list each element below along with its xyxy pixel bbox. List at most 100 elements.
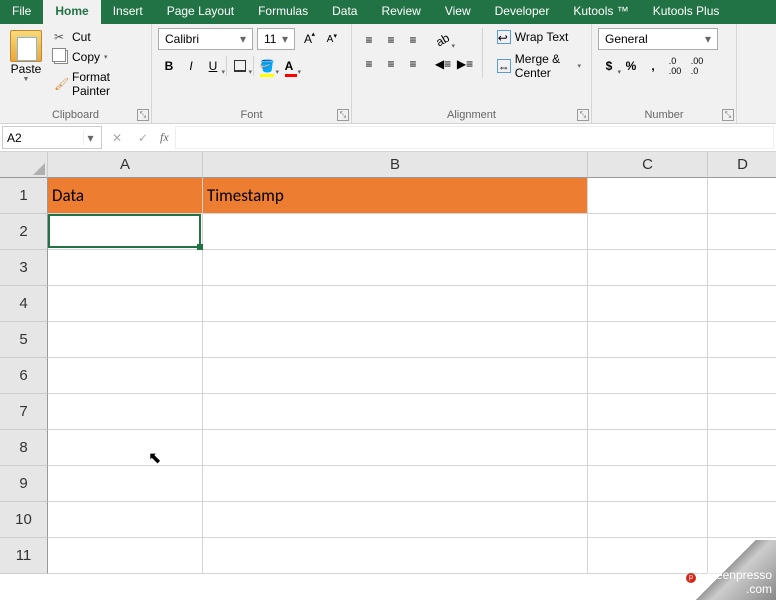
cell-D7[interactable] bbox=[708, 394, 776, 430]
cell-B10[interactable] bbox=[203, 502, 588, 538]
tab-formulas[interactable]: Formulas bbox=[246, 0, 320, 24]
cell-C5[interactable] bbox=[588, 322, 708, 358]
align-center-button[interactable]: ≡ bbox=[380, 52, 402, 76]
tab-home[interactable]: Home bbox=[43, 0, 100, 24]
row-header-3[interactable]: 3 bbox=[0, 250, 48, 286]
tab-view[interactable]: View bbox=[433, 0, 483, 24]
cancel-formula-button[interactable]: ✕ bbox=[108, 131, 126, 145]
chevron-down-icon[interactable]: ▾ bbox=[236, 32, 250, 46]
cell-D3[interactable] bbox=[708, 250, 776, 286]
row-header-6[interactable]: 6 bbox=[0, 358, 48, 394]
cell-D8[interactable] bbox=[708, 430, 776, 466]
cell-A10[interactable] bbox=[48, 502, 203, 538]
font-dialog-launcher[interactable]: ⤡ bbox=[337, 109, 349, 121]
cell-B11[interactable] bbox=[203, 538, 588, 574]
tab-insert[interactable]: Insert bbox=[101, 0, 155, 24]
format-painter-button[interactable]: 🖌 Format Painter bbox=[52, 68, 145, 100]
tab-pagelayout[interactable]: Page Layout bbox=[155, 0, 246, 24]
chevron-down-icon[interactable]: ▾ bbox=[701, 32, 715, 46]
cell-B9[interactable] bbox=[203, 466, 588, 502]
cell-C9[interactable] bbox=[588, 466, 708, 502]
align-middle-button[interactable]: ≡ bbox=[380, 28, 402, 52]
accounting-format-button[interactable]: $▾ bbox=[598, 54, 620, 78]
font-color-button[interactable]: A▾ bbox=[278, 54, 300, 78]
number-format-combo[interactable]: General ▾ bbox=[598, 28, 718, 50]
cut-button[interactable]: ✂ Cut bbox=[52, 28, 145, 46]
cell-B4[interactable] bbox=[203, 286, 588, 322]
cell-B3[interactable] bbox=[203, 250, 588, 286]
cell-D5[interactable] bbox=[708, 322, 776, 358]
align-bottom-button[interactable]: ≡ bbox=[402, 28, 424, 52]
cell-B7[interactable] bbox=[203, 394, 588, 430]
cell-D1[interactable] bbox=[708, 178, 776, 214]
name-box[interactable]: A2 ▾ bbox=[2, 126, 102, 149]
decrease-font-button[interactable]: A▾ bbox=[321, 29, 339, 49]
clipboard-dialog-launcher[interactable]: ⤡ bbox=[137, 109, 149, 121]
cell-C6[interactable] bbox=[588, 358, 708, 394]
column-header-C[interactable]: C bbox=[588, 152, 708, 178]
tab-kutoolsplus[interactable]: Kutools Plus bbox=[641, 0, 732, 24]
cell-D10[interactable] bbox=[708, 502, 776, 538]
align-top-button[interactable]: ≡ bbox=[358, 28, 380, 52]
decrease-indent-button[interactable]: ◀≡ bbox=[432, 52, 454, 76]
cell-C1[interactable] bbox=[588, 178, 708, 214]
chevron-down-icon[interactable]: ▾ bbox=[83, 131, 97, 145]
merge-center-button[interactable]: ⇔ Merge & Center ▾ bbox=[493, 50, 585, 82]
number-dialog-launcher[interactable]: ⤡ bbox=[722, 109, 734, 121]
cell-D4[interactable] bbox=[708, 286, 776, 322]
cell-A9[interactable] bbox=[48, 466, 203, 502]
underline-button[interactable]: U▾ bbox=[202, 54, 224, 78]
row-header-10[interactable]: 10 bbox=[0, 502, 48, 538]
border-button[interactable]: ▾ bbox=[229, 54, 251, 78]
decrease-decimal-button[interactable]: .00.0 bbox=[686, 54, 708, 78]
increase-decimal-button[interactable]: .0.00 bbox=[664, 54, 686, 78]
orientation-button[interactable]: ab▾ bbox=[432, 28, 454, 52]
cell-D9[interactable] bbox=[708, 466, 776, 502]
cell-C3[interactable] bbox=[588, 250, 708, 286]
font-size-combo[interactable]: 11 ▾ bbox=[257, 28, 295, 50]
cell-C2[interactable] bbox=[588, 214, 708, 250]
cell-B8[interactable] bbox=[203, 430, 588, 466]
column-header-A[interactable]: A bbox=[48, 152, 203, 178]
cell-C7[interactable] bbox=[588, 394, 708, 430]
cell-A1[interactable]: Data bbox=[48, 178, 203, 214]
bold-button[interactable]: B bbox=[158, 54, 180, 78]
cell-A4[interactable] bbox=[48, 286, 203, 322]
row-header-5[interactable]: 5 bbox=[0, 322, 48, 358]
cell-B5[interactable] bbox=[203, 322, 588, 358]
row-header-9[interactable]: 9 bbox=[0, 466, 48, 502]
tab-kutools[interactable]: Kutools ™ bbox=[561, 0, 640, 24]
column-header-B[interactable]: B bbox=[203, 152, 588, 178]
enter-formula-button[interactable]: ✓ bbox=[134, 131, 152, 145]
percent-format-button[interactable]: % bbox=[620, 54, 642, 78]
chevron-down-icon[interactable]: ▾ bbox=[278, 32, 292, 46]
tab-review[interactable]: Review bbox=[369, 0, 432, 24]
row-header-11[interactable]: 11 bbox=[0, 538, 48, 574]
alignment-dialog-launcher[interactable]: ⤡ bbox=[577, 109, 589, 121]
cell-A7[interactable] bbox=[48, 394, 203, 430]
cell-A8[interactable] bbox=[48, 430, 203, 466]
row-header-2[interactable]: 2 bbox=[0, 214, 48, 250]
tab-developer[interactable]: Developer bbox=[483, 0, 562, 24]
italic-button[interactable]: I bbox=[180, 54, 202, 78]
increase-font-button[interactable]: A▴ bbox=[299, 29, 317, 49]
cell-A3[interactable] bbox=[48, 250, 203, 286]
cell-D2[interactable] bbox=[708, 214, 776, 250]
cell-C4[interactable] bbox=[588, 286, 708, 322]
align-right-button[interactable]: ≡ bbox=[402, 52, 424, 76]
comma-format-button[interactable]: , bbox=[642, 54, 664, 78]
cell-C8[interactable] bbox=[588, 430, 708, 466]
wrap-text-button[interactable]: ↩ Wrap Text bbox=[493, 28, 585, 46]
row-header-4[interactable]: 4 bbox=[0, 286, 48, 322]
cell-B6[interactable] bbox=[203, 358, 588, 394]
cell-A6[interactable] bbox=[48, 358, 203, 394]
increase-indent-button[interactable]: ▶≡ bbox=[454, 52, 476, 76]
font-name-combo[interactable]: Calibri ▾ bbox=[158, 28, 253, 50]
column-header-D[interactable]: D bbox=[708, 152, 776, 178]
tab-file[interactable]: File bbox=[0, 0, 43, 24]
cell-B2[interactable] bbox=[203, 214, 588, 250]
align-left-button[interactable]: ≡ bbox=[358, 52, 380, 76]
cell-A5[interactable] bbox=[48, 322, 203, 358]
cell-B1[interactable]: Timestamp bbox=[203, 178, 588, 214]
fx-icon[interactable]: fx bbox=[160, 130, 169, 145]
